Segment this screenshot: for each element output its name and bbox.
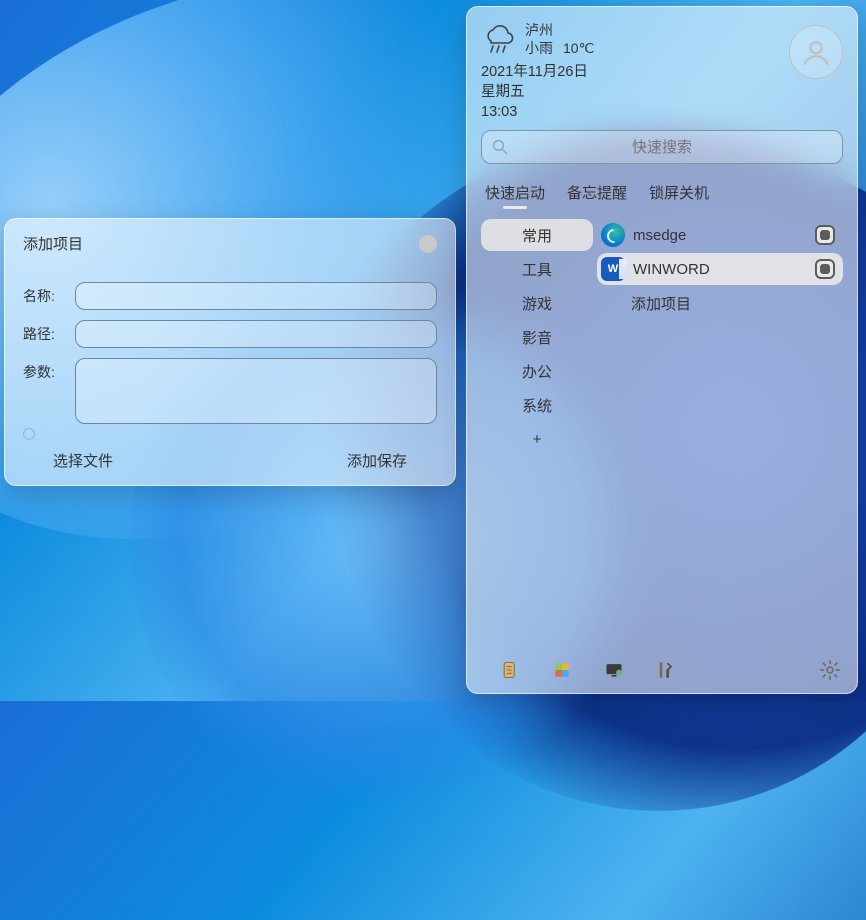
- path-input[interactable]: [75, 320, 437, 348]
- add-item-button[interactable]: 添加项目: [597, 287, 843, 319]
- tab-0[interactable]: 快速启动: [485, 182, 545, 209]
- category-item[interactable]: 系统: [481, 389, 593, 421]
- tab-2[interactable]: 锁屏关机: [649, 182, 709, 209]
- args-label: 参数:: [23, 358, 69, 382]
- dialog-title: 添加项目: [23, 233, 419, 254]
- app-list: msedge W WINWORD 添加项目: [597, 219, 843, 653]
- tab-1[interactable]: 备忘提醒: [567, 182, 627, 209]
- app-item[interactable]: msedge: [597, 219, 843, 251]
- weather-rain-icon: [481, 25, 515, 55]
- category-item[interactable]: 工具: [481, 253, 593, 285]
- app-action-button[interactable]: [815, 259, 835, 279]
- args-input[interactable]: [75, 358, 437, 424]
- date-text: 2021年11月26日: [481, 63, 843, 83]
- category-item[interactable]: 影音: [481, 321, 593, 353]
- quick-launch-body: 常用工具游戏影音办公系统+ msedge W WINWORD 添加项目: [481, 219, 843, 653]
- category-list: 常用工具游戏影音办公系统+: [481, 219, 593, 653]
- edge-icon: [601, 223, 625, 247]
- dialog-footer: 选择文件 添加保存: [23, 450, 437, 473]
- puzzle-icon[interactable]: [551, 659, 573, 681]
- monitor-icon[interactable]: [603, 659, 625, 681]
- avatar[interactable]: [789, 25, 843, 79]
- category-item[interactable]: 办公: [481, 355, 593, 387]
- document-icon[interactable]: [499, 659, 521, 681]
- close-icon[interactable]: [419, 235, 437, 253]
- save-button[interactable]: 添加保存: [347, 450, 407, 471]
- search-input[interactable]: [481, 130, 843, 164]
- app-name: WINWORD: [633, 261, 710, 278]
- path-label: 路径:: [23, 320, 69, 344]
- weather-condition: 小雨: [525, 39, 553, 57]
- app-action-button[interactable]: [815, 225, 835, 245]
- footer-row: [481, 653, 843, 683]
- weekday-text: 星期五: [481, 83, 843, 103]
- weather-row: 泸州 小雨 10℃: [481, 21, 843, 57]
- add-category-button[interactable]: +: [481, 423, 593, 455]
- app-item[interactable]: W WINWORD: [597, 253, 843, 285]
- tabs: 快速启动备忘提醒锁屏关机: [481, 182, 843, 209]
- user-icon: [799, 35, 833, 69]
- weather-temp: 10℃: [563, 39, 594, 57]
- word-icon: W: [601, 257, 625, 281]
- app-name: msedge: [633, 227, 686, 244]
- dialog-header: 添加项目: [23, 233, 437, 254]
- weather-text: 泸州 小雨 10℃: [525, 21, 594, 57]
- weather-city: 泸州: [525, 21, 594, 39]
- info-icon[interactable]: [23, 428, 35, 440]
- tools-icon[interactable]: [655, 659, 677, 681]
- category-item[interactable]: 常用: [481, 219, 593, 251]
- choose-file-button[interactable]: 选择文件: [53, 450, 113, 471]
- name-label: 名称:: [23, 282, 69, 306]
- date-block: 2021年11月26日 星期五 13:03: [481, 63, 843, 122]
- name-input[interactable]: [75, 282, 437, 310]
- category-item[interactable]: 游戏: [481, 287, 593, 319]
- add-item-dialog: 添加项目 名称: 路径: 参数: 选择文件 添加保存: [4, 218, 456, 486]
- time-text: 13:03: [481, 103, 843, 123]
- main-panel: 泸州 小雨 10℃ 2021年11月26日 星期五 13:03 快速启动备忘提醒…: [466, 6, 858, 694]
- gear-icon[interactable]: [819, 659, 841, 681]
- search-wrap: [481, 130, 843, 164]
- search-icon: [491, 138, 509, 156]
- dialog-form: 名称: 路径: 参数:: [23, 282, 437, 440]
